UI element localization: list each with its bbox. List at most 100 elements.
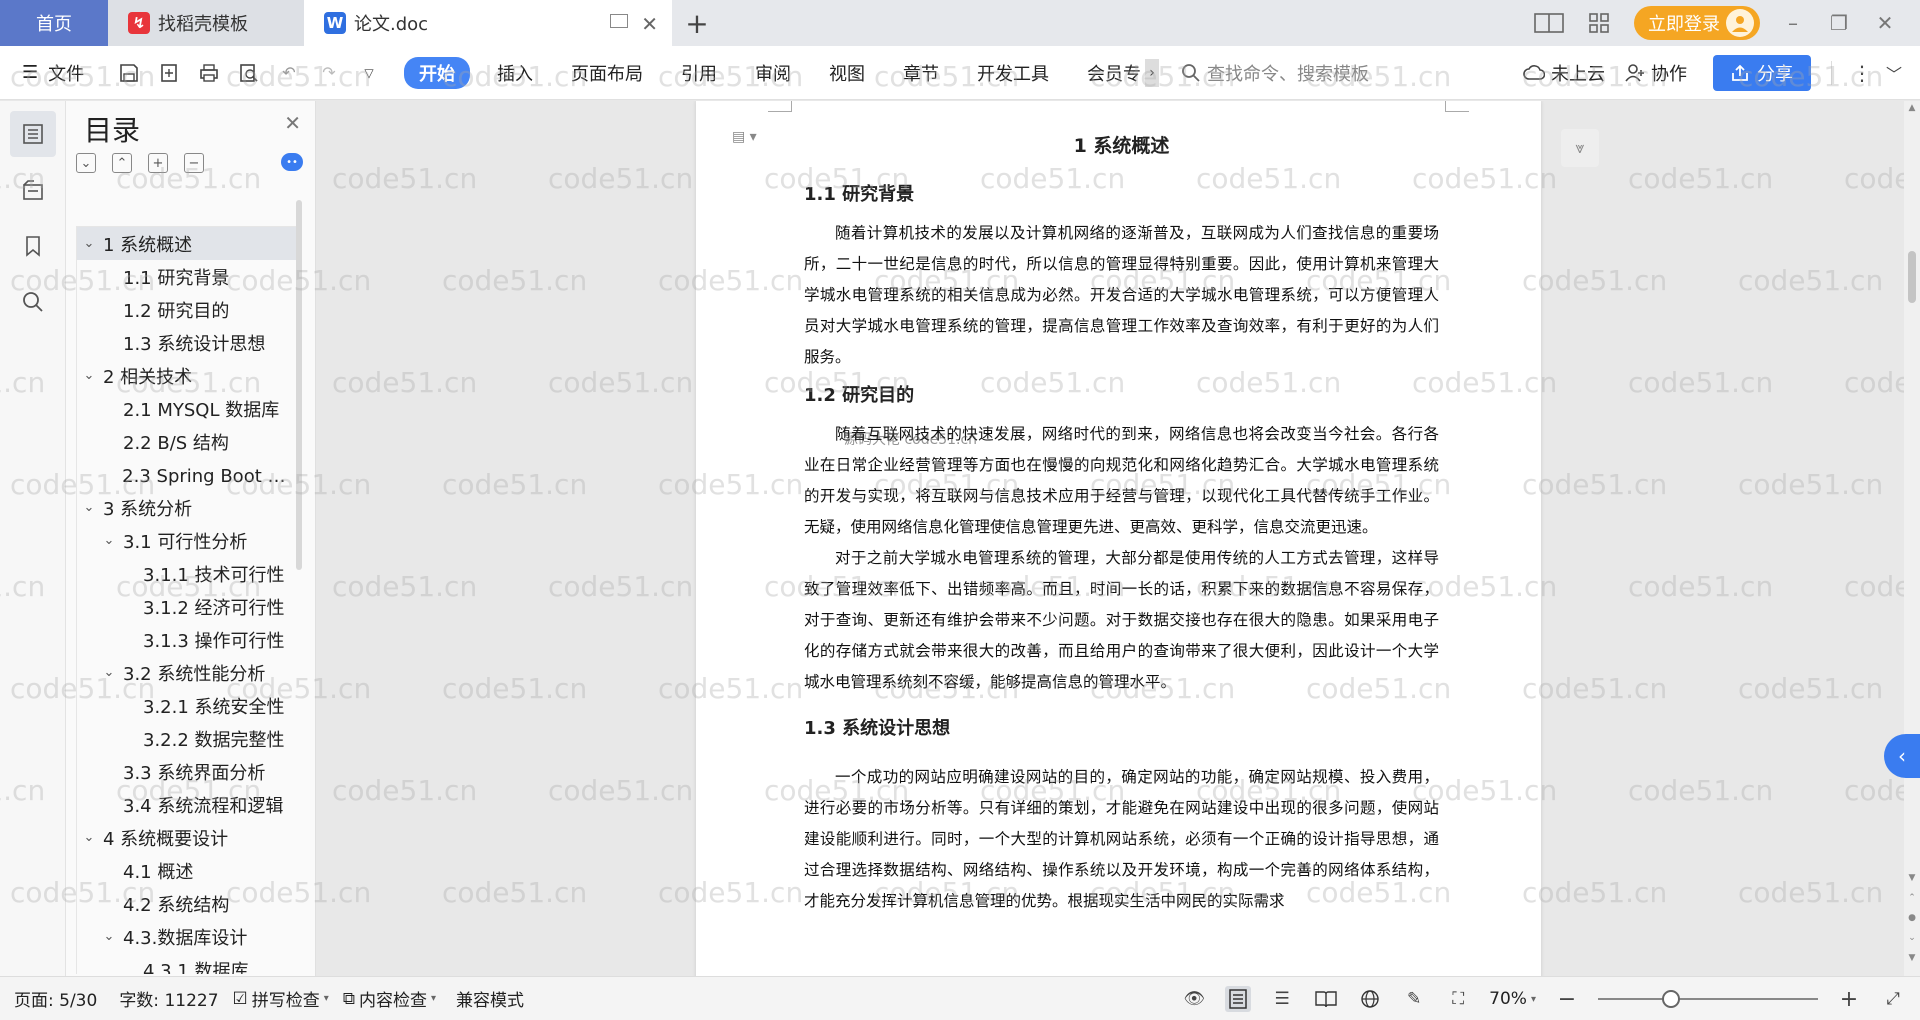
fullscreen-icon[interactable]: ⤢ — [1880, 986, 1906, 1012]
menu-more-icon[interactable]: › — [1145, 58, 1159, 87]
menu-insert[interactable]: 插入 — [478, 60, 552, 86]
menu-section[interactable]: 章节 — [884, 60, 958, 86]
paragraph-menu-icon[interactable]: ▤ ▾ — [732, 129, 757, 145]
chevron-down-icon[interactable]: ⌄ — [79, 500, 99, 515]
page-indicator[interactable]: 页面: 5/30 — [14, 986, 97, 1011]
scroll-down-icon[interactable]: ▼ — [1904, 873, 1920, 883]
toc-item[interactable]: ⌄ 4.3.数据库设计 — [77, 920, 296, 953]
toc-item[interactable]: 2.3 Spring Boot 框架 — [77, 458, 296, 491]
document-scrollbar[interactable]: ▲ ▼ ⌃ ● ⌄ ▼ — [1904, 101, 1920, 976]
menu-page-layout[interactable]: 页面布局 — [552, 60, 662, 86]
eye-protection-icon[interactable]: 👁 — [1181, 986, 1207, 1012]
toc-item[interactable]: 3.3 系统界面分析 — [77, 755, 296, 788]
toc-item[interactable]: ⌄ 3.1 可行性分析 — [77, 524, 296, 557]
share-button[interactable]: 分享 — [1712, 55, 1811, 91]
toc-item[interactable]: ⌄ 1 系统概述 — [77, 227, 296, 260]
chevron-down-icon[interactable]: ⌄ — [79, 236, 99, 251]
zoom-in-icon[interactable]: + — [1836, 986, 1862, 1012]
command-search[interactable]: 查找命令、搜索模板 — [1181, 60, 1369, 86]
more-options-icon[interactable]: ⋮ — [1852, 61, 1872, 85]
minimize-icon[interactable]: – — [1780, 11, 1806, 35]
expand-icon[interactable]: ⌄ — [76, 153, 96, 173]
collapse-icon[interactable]: ⌃ — [112, 153, 132, 173]
toc-item[interactable]: 2.2 B/S 结构 — [77, 425, 296, 458]
chevron-down-icon[interactable]: ⌄ — [99, 665, 119, 680]
zoom-slider-knob[interactable] — [1662, 990, 1680, 1008]
write-mode-icon[interactable]: ✎ — [1401, 986, 1427, 1012]
restore-icon[interactable]: ❐ — [1826, 11, 1852, 35]
chevron-down-icon[interactable]: ⌄ — [99, 533, 119, 548]
toc-item[interactable]: 1.1 研究背景 — [77, 260, 296, 293]
reading-view-icon[interactable] — [1313, 986, 1339, 1012]
login-button[interactable]: 立即登录 — [1634, 6, 1760, 40]
collaborate-button[interactable]: 协作 — [1625, 60, 1687, 86]
toc-item[interactable]: 1.2 研究目的 — [77, 293, 296, 326]
menu-home[interactable]: 开始 — [404, 56, 470, 89]
scroll-up-icon[interactable]: ▲ — [1904, 103, 1920, 113]
toc-item[interactable]: 3.2.1 系统安全性 — [77, 689, 296, 722]
chevron-down-icon[interactable]: ⌄ — [99, 929, 119, 944]
undo-icon[interactable]: ↶ — [278, 62, 300, 84]
zoom-level[interactable]: 70% ▾ — [1489, 989, 1536, 1009]
toc-item[interactable]: 3.2.2 数据完整性 — [77, 722, 296, 755]
toc-item[interactable]: 3.1.1 技术可行性 — [77, 557, 296, 590]
demote-icon[interactable]: − — [184, 153, 204, 173]
save-icon[interactable] — [118, 62, 140, 84]
scroll-bottom-icon[interactable]: ▼ — [1904, 953, 1920, 963]
toc-item[interactable]: ⌄ 3 系统分析 — [77, 491, 296, 524]
spell-check-button[interactable]: ☑ 拼写检查 ▾ — [233, 986, 329, 1012]
print-icon[interactable] — [198, 62, 220, 84]
export-pdf-icon[interactable] — [158, 62, 180, 84]
apps-grid-icon[interactable] — [1584, 12, 1614, 34]
prev-page-icon[interactable]: ⌃ — [1904, 893, 1920, 903]
menu-member[interactable]: 会员专 — [1068, 60, 1145, 86]
section-nav-icon[interactable] — [10, 167, 56, 213]
toc-item[interactable]: ⌄ 3.2 系统性能分析 — [77, 656, 296, 689]
toc-item[interactable]: 4.1 概述 — [77, 854, 296, 887]
float-window-icon[interactable] — [610, 14, 628, 28]
redo-icon[interactable]: ↷ — [318, 62, 340, 84]
close-window-icon[interactable]: ✕ — [1872, 11, 1898, 35]
side-panel-toggle-icon[interactable]: ‹ — [1884, 734, 1920, 778]
collapse-ribbon-icon[interactable]: ﹀ — [1886, 61, 1902, 85]
menu-review[interactable]: 审阅 — [736, 60, 810, 86]
find-icon[interactable] — [10, 279, 56, 325]
toc-item[interactable]: 4.2 系统结构 — [77, 887, 296, 920]
web-view-icon[interactable] — [1357, 986, 1383, 1012]
tab-home[interactable]: 首页 — [0, 0, 108, 46]
outline-view-icon[interactable]: ☰ — [1269, 986, 1295, 1012]
bookmark-icon[interactable] — [10, 223, 56, 269]
menu-view[interactable]: 视图 — [810, 60, 884, 86]
promote-icon[interactable]: + — [148, 153, 168, 173]
toc-panel-icon[interactable] — [10, 111, 56, 157]
next-page-icon[interactable]: ⌄ — [1904, 933, 1920, 943]
content-check-button[interactable]: ⧉ 内容检查 ▾ — [343, 986, 436, 1012]
toc-item[interactable]: ⌄ 4 系统概要设计 — [77, 821, 296, 854]
scrollbar-thumb[interactable] — [1908, 251, 1916, 303]
toc-item[interactable]: 3.1.3 操作可行性 — [77, 623, 296, 656]
fit-page-icon[interactable]: ⛶ — [1445, 986, 1471, 1012]
document-page[interactable]: ▤ ▾ 1 系统概述 1.1 研究背景 随着计算机技术的发展以及计算机网络的逐渐… — [696, 101, 1541, 976]
toc-item[interactable]: 3.1.2 经济可行性 — [77, 590, 296, 623]
tab-document[interactable]: W 论文.doc ✕ — [304, 0, 672, 46]
chevron-down-icon[interactable]: ⌄ — [79, 830, 99, 845]
tab-template[interactable]: ↯ 找稻壳模板 — [108, 0, 304, 46]
menu-developer[interactable]: 开发工具 — [958, 60, 1068, 86]
toc-item[interactable]: 2.1 MYSQL 数据库 — [77, 392, 296, 425]
cloud-status-button[interactable]: 未上云 — [1523, 60, 1605, 86]
print-preview-icon[interactable] — [238, 62, 260, 84]
close-icon[interactable]: ✕ — [284, 111, 301, 135]
page-view-icon[interactable] — [1225, 986, 1252, 1012]
comment-panel-icon[interactable]: ⩔ — [1561, 129, 1599, 167]
toc-scrollbar[interactable] — [296, 200, 302, 570]
zoom-slider[interactable] — [1598, 990, 1818, 1008]
toc-item[interactable]: 4.3.1 数据库... — [77, 953, 296, 975]
zoom-out-icon[interactable]: − — [1554, 986, 1580, 1012]
menu-references[interactable]: 引用 — [662, 60, 736, 86]
toc-item[interactable]: 1.3 系统设计思想 — [77, 326, 296, 359]
close-tab-icon[interactable]: ✕ — [641, 12, 658, 36]
new-tab-button[interactable]: + — [672, 0, 722, 46]
file-menu-button[interactable]: ☰ 文件 — [0, 60, 110, 86]
customize-dropdown-icon[interactable]: ▽ — [358, 62, 380, 84]
reading-mode-icon[interactable] — [1534, 12, 1564, 34]
